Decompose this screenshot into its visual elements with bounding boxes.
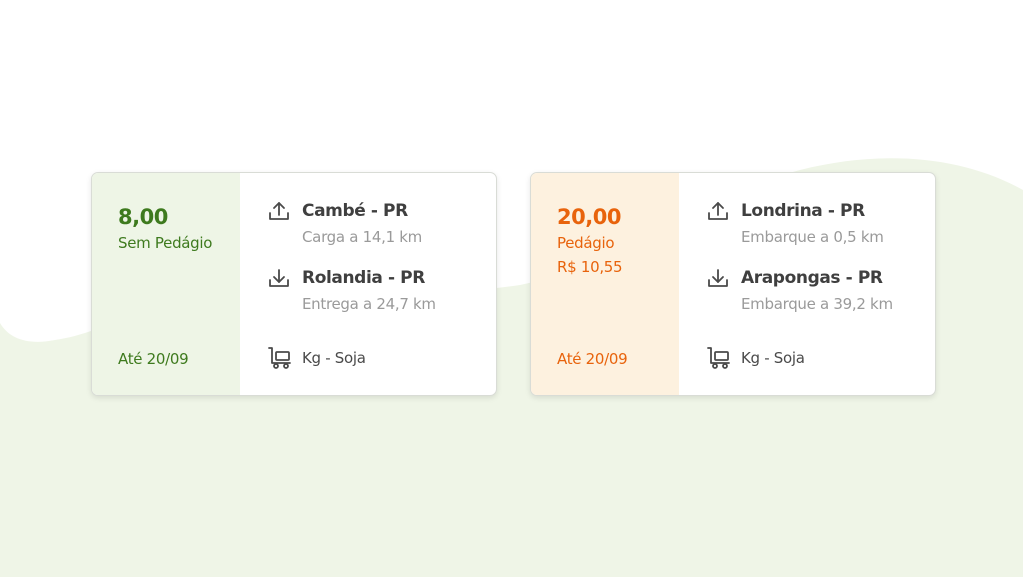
pickup-city: Londrina - PR [741,201,865,221]
freight-card[interactable]: 8,00 Sem Pedágio Até 20/09 Cambé - PR Ca… [91,172,497,396]
toll-label: Pedágio [557,234,615,252]
upload-icon [269,202,289,220]
route-panel: Londrina - PR Embarque a 0,5 km Araponga… [679,173,935,395]
cargo-info: Kg - Soja [268,346,468,370]
toll-label: Sem Pedágio [118,234,213,252]
upload-icon [708,202,728,220]
dropoff-detail: Entrega a 24,7 km [302,295,436,313]
freight-card[interactable]: 20,00 Pedágio R$ 10,55 Até 20/09 Londrin… [530,172,936,396]
download-icon [708,269,728,287]
deadline: Até 20/09 [118,350,189,368]
price-panel: 8,00 Sem Pedágio Até 20/09 [92,173,240,395]
freight-price: 20,00 [557,205,621,229]
cargo-text: Kg - Soja [741,349,805,367]
hand-truck-icon [268,347,291,369]
dropoff-city: Arapongas - PR [741,268,883,288]
pickup-detail: Carga a 14,1 km [302,228,422,246]
dropoff-city: Rolandia - PR [302,268,425,288]
freight-price: 8,00 [118,205,168,229]
hand-truck-icon [707,347,730,369]
pickup-city: Cambé - PR [302,201,408,221]
download-icon [269,269,289,287]
cargo-info: Kg - Soja [707,346,907,370]
toll-value: R$ 10,55 [557,258,623,276]
cargo-text: Kg - Soja [302,349,366,367]
pickup-detail: Embarque a 0,5 km [741,228,884,246]
price-panel: 20,00 Pedágio R$ 10,55 Até 20/09 [531,173,679,395]
route-panel: Cambé - PR Carga a 14,1 km Rolandia - PR… [240,173,496,395]
dropoff-detail: Embarque a 39,2 km [741,295,893,313]
deadline: Até 20/09 [557,350,628,368]
